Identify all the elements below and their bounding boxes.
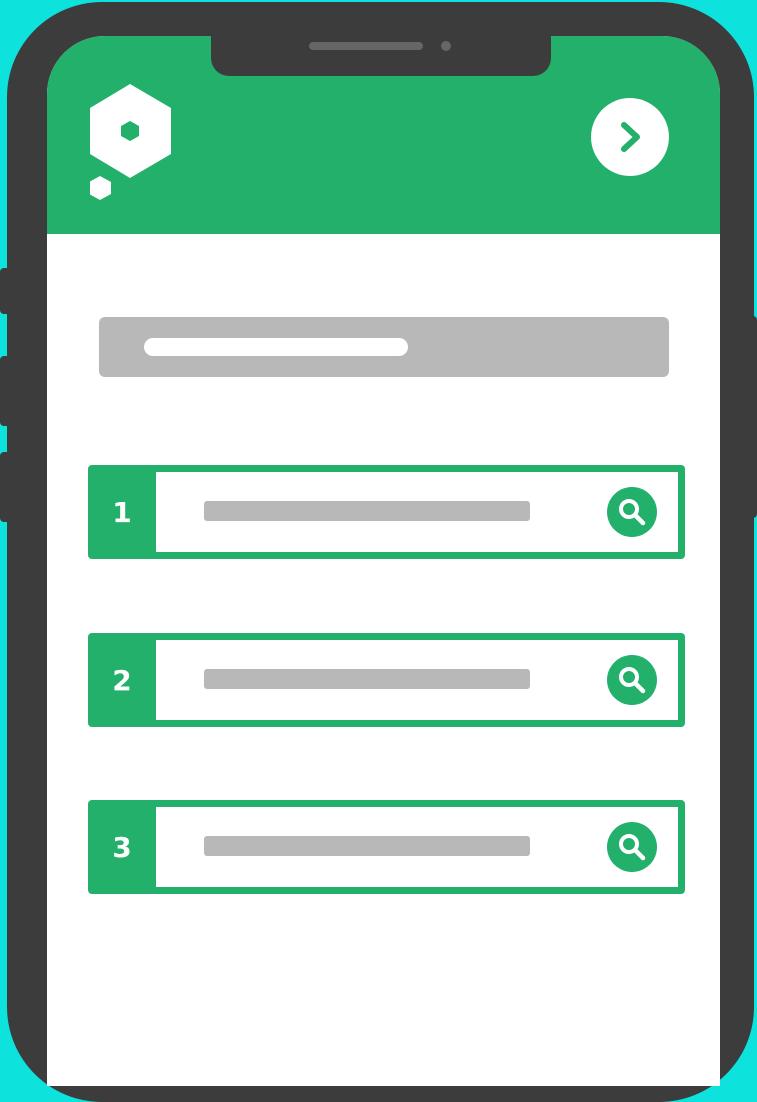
title-text-placeholder [144,338,408,356]
input-text-placeholder [204,669,530,689]
front-camera [441,41,451,51]
search-row-2[interactable]: 2 [88,633,685,727]
search-icon [619,499,646,526]
search-icon [619,834,646,861]
phone-screen: 1 2 3 [47,36,720,1086]
search-button[interactable] [607,487,657,537]
page-title-placeholder [99,317,669,377]
search-row-3[interactable]: 3 [88,800,685,894]
earpiece-speaker [309,42,423,50]
row-number: 1 [112,495,132,529]
chevron-right-icon [621,122,640,152]
hexagon-logo-icon [89,84,174,208]
search-input[interactable] [156,640,678,720]
row-number: 2 [112,663,132,697]
next-button[interactable] [591,98,669,176]
search-button[interactable] [607,822,657,872]
input-text-placeholder [204,501,530,521]
search-icon [619,667,646,694]
search-row-1[interactable]: 1 [88,465,685,559]
phone-frame: 1 2 3 [7,2,754,1102]
search-input[interactable] [156,472,678,552]
input-text-placeholder [204,836,530,856]
row-number: 3 [112,830,132,864]
phone-notch [211,22,551,76]
search-button[interactable] [607,655,657,705]
search-input[interactable] [156,807,678,887]
